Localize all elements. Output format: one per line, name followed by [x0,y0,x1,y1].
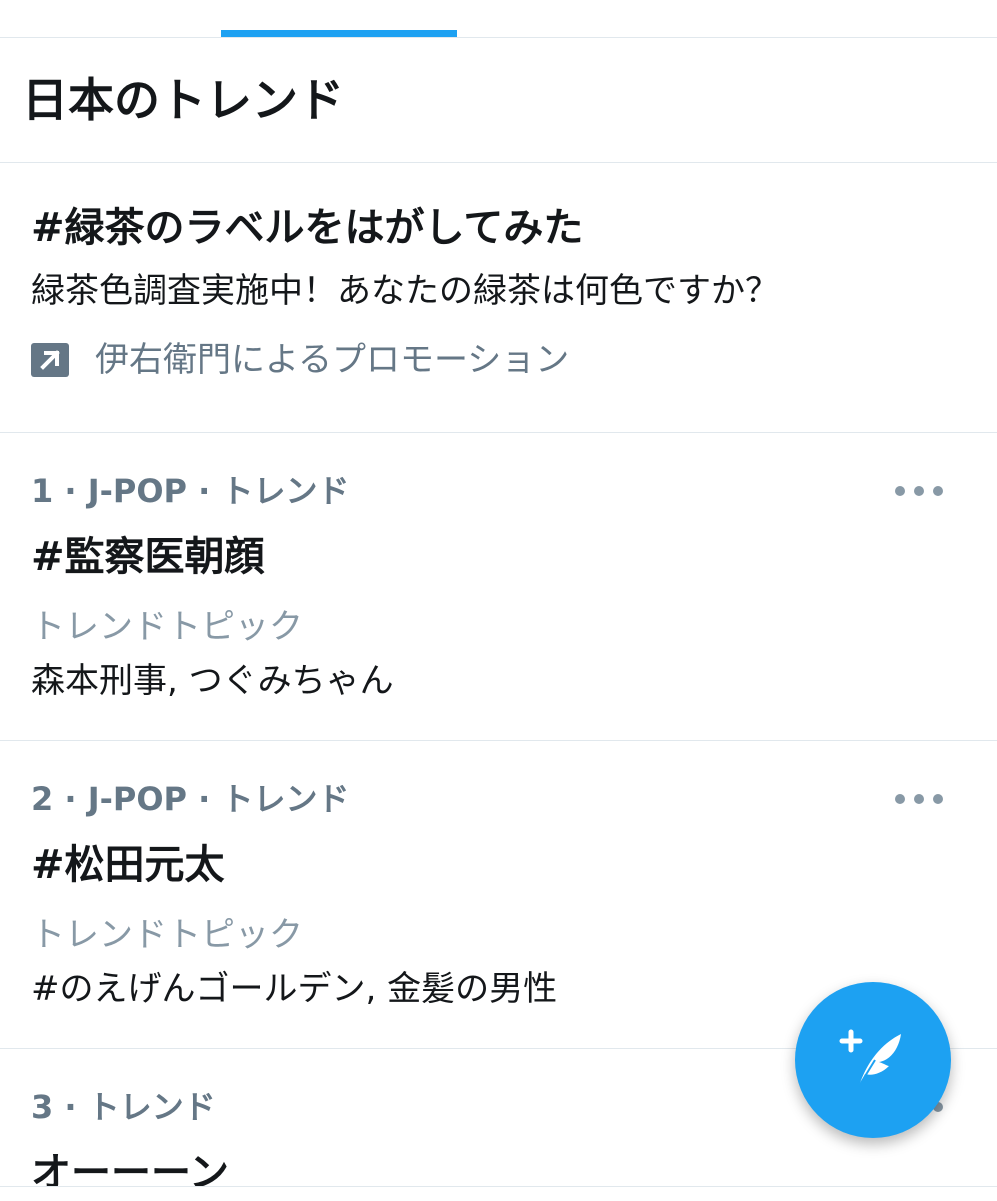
more-options-icon[interactable] [895,787,943,811]
trend-topic-value: #のえげんゴールデン, 金髪の男性 [31,969,558,1009]
trend-name[interactable]: #松田元太 [31,840,225,890]
promoted-by: 伊右衛門によるプロモーション [31,338,569,382]
promoted-by-label: 伊右衛門によるプロモーション [95,340,570,380]
trend-topic-label: トレンドトピック [31,607,303,647]
trend-meta: 1 · J-POP · トレンド [31,472,350,510]
trend-name[interactable]: オーーーン [31,1148,229,1186]
promoted-trend[interactable]: #緑茶のラベルをはがしてみた 緑茶色調査実施中！あなたの緑茶は何色ですか？ 伊右… [0,163,997,433]
compose-tweet-button[interactable] [795,982,951,1138]
trend-topic-value: 森本刑事, つぐみちゃん [31,661,394,701]
trend-topic-label: トレンドトピック [31,915,303,955]
page-title: 日本のトレンド [22,73,344,127]
more-options-icon[interactable] [895,479,943,503]
trend-item[interactable]: 1 · J-POP · トレンド #監察医朝顔 トレンドトピック 森本刑事, つ… [0,433,997,741]
compose-tweet-icon [839,1029,901,1087]
promoted-arrow-icon [31,343,69,377]
promoted-trend-description: 緑茶色調査実施中！あなたの緑茶は何色ですか？ [31,271,779,311]
active-tab-indicator [221,30,457,37]
promoted-trend-title[interactable]: #緑茶のラベルをはがしてみた [31,203,583,253]
trend-meta: 2 · J-POP · トレンド [31,780,350,818]
bottom-divider [0,1186,997,1201]
trend-meta: 3 · トレンド [31,1088,216,1126]
trend-name[interactable]: #監察医朝顔 [31,532,265,582]
section-header: 日本のトレンド [0,38,997,163]
tab-bar [0,0,997,38]
